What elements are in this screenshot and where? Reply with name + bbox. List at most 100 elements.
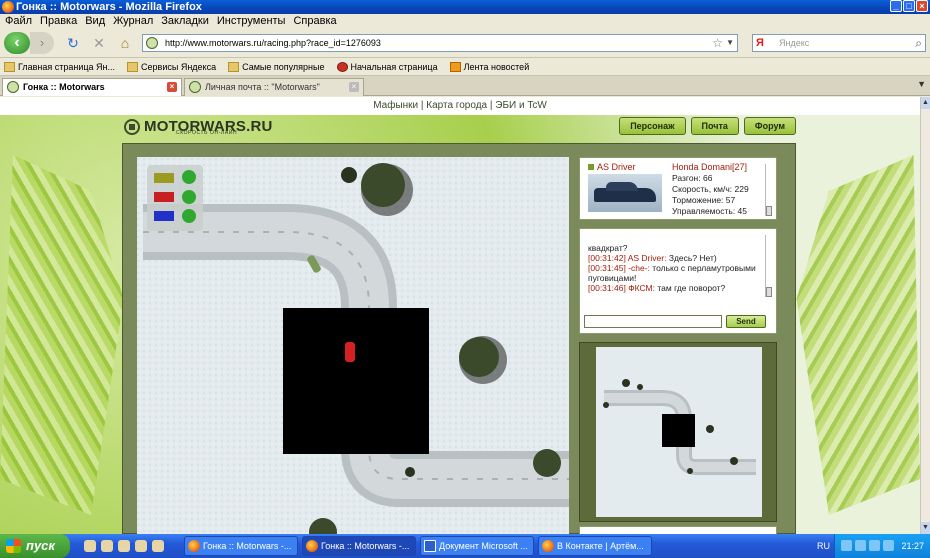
taskbar-item[interactable]: В Контакте | Артём... [538, 536, 652, 556]
car-image [588, 174, 662, 212]
maximize-button[interactable]: □ [903, 0, 915, 12]
language-indicator[interactable]: RU [817, 534, 830, 558]
quicklaunch-icon[interactable] [118, 540, 130, 552]
decor-leaf-right [796, 155, 920, 515]
bookmarks-bar: Главная страница Ян... Сервисы Яндекса С… [0, 58, 930, 76]
url-text: http://www.motorwars.ru/racing.php?race_… [165, 38, 381, 48]
minimap-fog-square [662, 414, 695, 447]
chat-message: [00:31:45] -che-: только с перламутровым… [588, 263, 756, 283]
tab-mail[interactable]: Личная почта :: "Motorwars" × [184, 78, 364, 96]
tray-icon[interactable] [869, 540, 880, 551]
forward-button[interactable]: › [30, 32, 54, 54]
url-dropdown-icon[interactable]: ▼ [726, 35, 734, 51]
reload-icon[interactable]: ↻ [64, 34, 82, 52]
site-favicon-icon [146, 37, 158, 49]
menu-edit[interactable]: Правка [40, 14, 77, 28]
clock: 21:27 [901, 541, 924, 551]
stat-braking: Торможение: 57 [672, 195, 736, 205]
bookmark-star-icon[interactable]: ☆ [712, 35, 723, 51]
close-window-button[interactable]: × [916, 0, 928, 12]
taskbar-item[interactable]: Гонка :: Motorwars -... [184, 536, 298, 556]
windows-logo-icon [6, 539, 21, 553]
yandex-logo-icon[interactable]: Я [756, 35, 764, 51]
quicklaunch-icon[interactable] [84, 540, 96, 552]
window-titlebar: Гонка :: Motorwars - Mozilla Firefox _ □… [0, 0, 930, 14]
quicklaunch-icon[interactable] [135, 540, 147, 552]
driver-badge-icon [588, 164, 594, 170]
bottom-panel [579, 526, 777, 534]
site-favicon-icon [7, 81, 19, 93]
quicklaunch-icon[interactable] [101, 540, 113, 552]
chat-message: [00:31:46] ФКСМ: там где поворот? [588, 283, 726, 293]
firefox-page-icon [336, 61, 348, 72]
stat-speed: Скорость, км/ч: 229 [672, 184, 749, 194]
tab-race[interactable]: Гонка :: Motorwars × [2, 78, 182, 96]
mail-button[interactable]: Почта [690, 117, 739, 135]
search-box[interactable]: Я Яндекс ⌕ [752, 34, 926, 52]
home-icon[interactable]: ⌂ [116, 34, 134, 52]
back-button[interactable]: ‹ [4, 32, 30, 54]
bookmark-item[interactable]: Начальная страница [336, 58, 438, 75]
web-page: Мафынки | Карта города | ЭБИ и TcW MOTOR… [0, 97, 920, 534]
race-sidebar: AS Driver Honda Domani[27] Разгон: 66 Ск… [579, 157, 777, 534]
search-icon[interactable]: ⌕ [915, 35, 922, 51]
quicklaunch-icon[interactable] [152, 540, 164, 552]
taskbar-item[interactable]: Документ Microsoft ... [420, 536, 534, 556]
card-scrollbar[interactable] [765, 164, 772, 216]
start-button[interactable]: пуск [0, 534, 70, 558]
driver-line: AS Driver [588, 162, 636, 172]
site-top-links[interactable]: Мафынки | Карта города | ЭБИ и TcW [0, 97, 920, 115]
menu-view[interactable]: Вид [85, 14, 105, 28]
menu-tools[interactable]: Инструменты [217, 14, 286, 28]
tray-icon[interactable] [855, 540, 866, 551]
page-icon [4, 61, 15, 72]
tray-icon[interactable] [841, 540, 852, 551]
decor-leaf-left [0, 155, 124, 515]
close-tab-icon[interactable]: × [167, 82, 177, 92]
minimize-button[interactable]: _ [890, 0, 902, 12]
legend-panel [147, 165, 203, 231]
url-bar[interactable]: http://www.motorwars.ru/racing.php?race_… [142, 34, 738, 52]
page-scrollbar[interactable]: ▲ ▼ [920, 97, 930, 534]
forum-button[interactable]: Форум [743, 117, 796, 135]
race-track-view[interactable] [137, 157, 569, 534]
logo-subtitle: СКОРОСТЬ ОН-ЛАЙН [176, 130, 238, 136]
driver-name[interactable]: AS Driver [597, 162, 636, 172]
folder-icon [127, 61, 139, 72]
rss-icon [449, 61, 461, 72]
start-label: пуск [26, 538, 55, 553]
menu-help[interactable]: Справка [293, 14, 336, 28]
bookmark-item[interactable]: Самые популярные [228, 58, 325, 75]
quick-launch [84, 540, 164, 552]
chat-input[interactable] [584, 315, 722, 328]
chat-scrollbar[interactable] [765, 235, 772, 297]
chat-panel: квадкрат? [00:31:42] AS Driver: Здесь? Н… [579, 228, 777, 334]
tab-label: Личная почта :: "Motorwars" [205, 82, 320, 92]
menu-file[interactable]: Файл [5, 14, 32, 28]
race-panel: AS Driver Honda Domani[27] Разгон: 66 Ск… [122, 143, 796, 534]
site-nav-buttons: Персонаж Почта Форум [619, 117, 796, 135]
firefox-icon [306, 540, 318, 552]
stop-icon[interactable]: ✕ [90, 34, 108, 52]
car-name[interactable]: Honda Domani[27] [672, 162, 747, 172]
car-info-card: AS Driver Honda Domani[27] Разгон: 66 Ск… [579, 157, 777, 220]
character-button[interactable]: Персонаж [619, 117, 686, 135]
tabs-list-icon[interactable]: ▼ [917, 79, 926, 89]
scroll-down-icon[interactable]: ▼ [921, 522, 930, 534]
tab-bar: Гонка :: Motorwars × Личная почта :: "Mo… [0, 76, 930, 96]
menu-bookmarks[interactable]: Закладки [161, 14, 209, 28]
menu-history[interactable]: Журнал [113, 14, 153, 28]
car-stats: Разгон: 66 Скорость, км/ч: 229 Торможени… [672, 173, 749, 217]
firefox-icon [2, 1, 14, 13]
scroll-up-icon[interactable]: ▲ [921, 97, 930, 109]
bookmark-item[interactable]: Главная страница Ян... [4, 58, 115, 75]
tray-icons [841, 540, 894, 551]
tray-icon[interactable] [883, 540, 894, 551]
bookmark-item[interactable]: Лента новостей [449, 58, 529, 75]
send-button[interactable]: Send [726, 315, 766, 328]
bookmark-item[interactable]: Сервисы Яндекса [127, 58, 216, 75]
chat-messages: квадкрат? [00:31:42] AS Driver: Здесь? Н… [588, 243, 760, 293]
word-icon [424, 540, 436, 552]
close-tab-icon[interactable]: × [349, 82, 359, 92]
taskbar-item-active[interactable]: Гонка :: Motorwars -... [302, 536, 416, 556]
